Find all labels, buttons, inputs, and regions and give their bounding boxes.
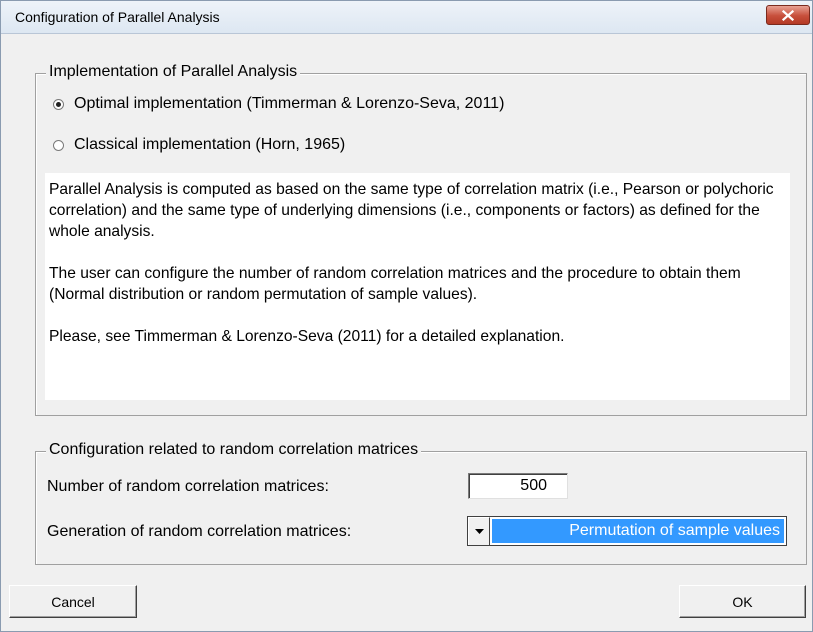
close-button[interactable] — [766, 5, 810, 25]
radio-optimal[interactable]: Optimal implementation (Timmerman & Lore… — [53, 95, 504, 113]
random-config-legend: Configuration related to random correlat… — [46, 441, 422, 459]
number-of-matrices-input[interactable] — [468, 473, 568, 499]
cancel-button[interactable]: Cancel — [9, 585, 137, 618]
generation-select-value: Permutation of sample values — [492, 519, 784, 543]
description-box: Parallel Analysis is computed as based o… — [45, 173, 790, 400]
close-icon — [782, 9, 794, 21]
window-title: Configuration of Parallel Analysis — [15, 9, 220, 25]
implementation-legend: Implementation of Parallel Analysis — [46, 63, 301, 81]
radio-optimal-indicator[interactable] — [53, 98, 64, 110]
radio-classical[interactable]: Classical implementation (Horn, 1965) — [53, 136, 345, 154]
radio-classical-label: Classical implementation (Horn, 1965) — [74, 136, 346, 153]
description-paragraph: Please, see Timmerman & Lorenzo-Seva (20… — [49, 328, 565, 345]
generation-select[interactable]: Permutation of sample values — [467, 516, 787, 546]
random-config-group: Configuration related to random correlat… — [35, 441, 807, 565]
number-label: Number of random correlation matrices: — [47, 478, 329, 495]
description-paragraph: The user can configure the number of ran… — [49, 265, 741, 303]
chevron-down-icon — [474, 528, 484, 534]
radio-classical-indicator[interactable] — [53, 139, 64, 151]
ok-button[interactable]: OK — [679, 585, 806, 618]
dropdown-button[interactable] — [468, 517, 490, 545]
title-bar[interactable]: Configuration of Parallel Analysis — [1, 1, 812, 34]
description-paragraph: Parallel Analysis is computed as based o… — [49, 181, 774, 240]
radio-optimal-label: Optimal implementation (Timmerman & Lore… — [74, 95, 505, 112]
dialog-window: Configuration of Parallel Analysis Imple… — [0, 0, 813, 632]
generation-label: Generation of random correlation matrice… — [47, 523, 352, 540]
